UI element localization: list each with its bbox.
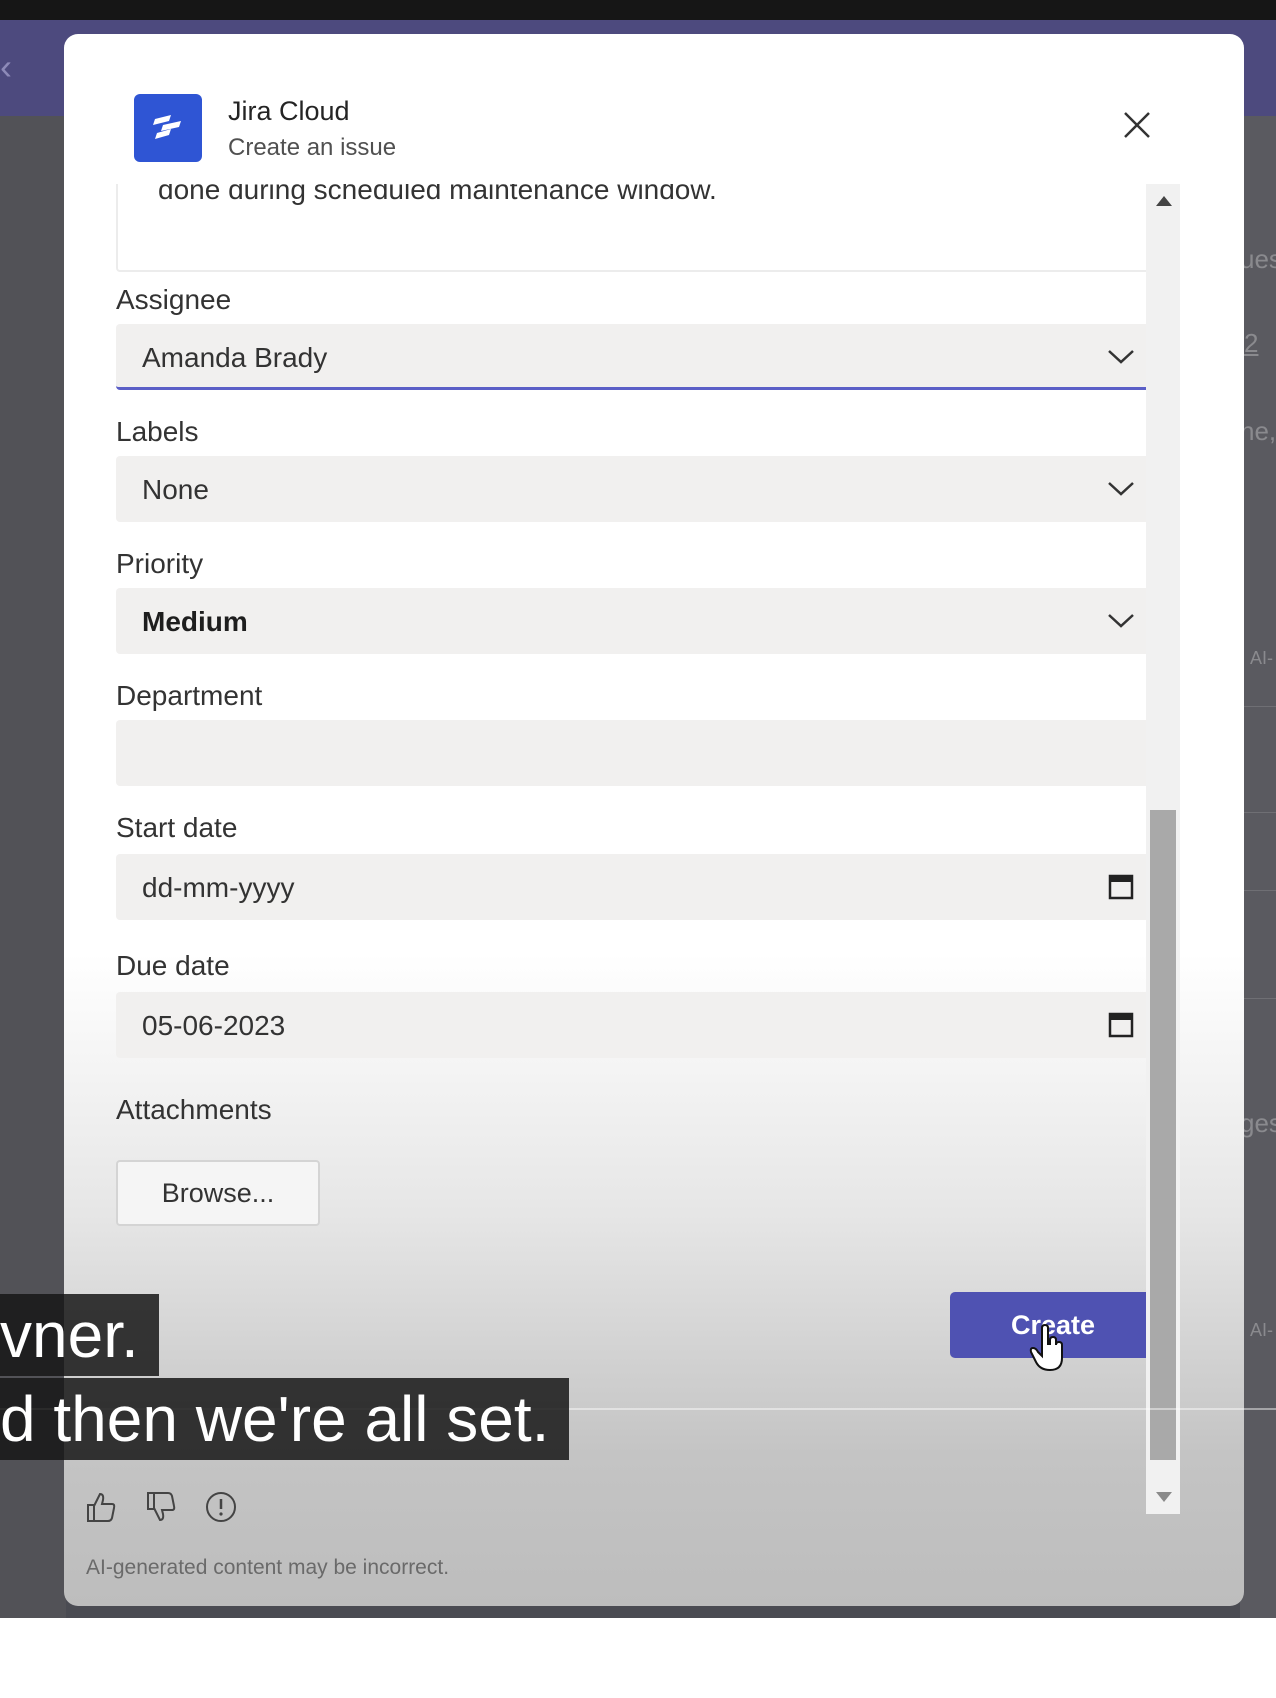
calendar-icon[interactable]	[1108, 1010, 1134, 1038]
vertical-scrollbar[interactable]	[1146, 184, 1180, 1514]
browse-button[interactable]: Browse...	[116, 1160, 320, 1226]
background-snippet: AI-	[1250, 648, 1274, 668]
priority-value: Medium	[142, 606, 248, 637]
background-snippet: ne,	[1240, 416, 1276, 446]
background-top-bar	[0, 0, 1276, 20]
hand-cursor-icon	[1029, 1324, 1063, 1372]
background-divider	[1240, 706, 1276, 707]
priority-dropdown[interactable]: Medium	[116, 588, 1154, 654]
start-date-label: Start date	[116, 812, 238, 843]
background-divider	[1240, 812, 1276, 813]
background-divider	[1240, 998, 1276, 999]
video-caption-line-2: d then we're all set.	[0, 1378, 570, 1460]
due-date-input[interactable]: 05-06-2023	[116, 992, 1154, 1058]
start-date-value: dd-mm-yyyy	[142, 872, 295, 903]
background-divider	[1240, 890, 1276, 891]
app-subtitle: Create an issue	[228, 134, 397, 161]
labels-value: None	[142, 474, 209, 505]
scroll-up-arrow-icon[interactable]	[1156, 196, 1172, 206]
labels-dropdown[interactable]: None	[116, 456, 1154, 522]
labels-label: Labels	[116, 416, 199, 447]
thumbs-down-icon[interactable]	[144, 1490, 178, 1524]
form-scroll-area: done during scheduled maintenance window…	[64, 184, 1178, 1504]
calendar-icon[interactable]	[1108, 872, 1134, 900]
back-chevron-icon: ‹	[0, 46, 12, 87]
start-date-input[interactable]: dd-mm-yyyy	[116, 854, 1154, 920]
priority-label: Priority	[116, 548, 204, 579]
feedback-bar	[84, 1490, 238, 1524]
background-snippet: ges	[1240, 1108, 1276, 1138]
description-text: done during scheduled maintenance window…	[158, 184, 717, 205]
scroll-down-arrow-icon[interactable]	[1156, 1492, 1172, 1502]
background-snippet: ues	[1240, 244, 1276, 274]
due-date-value: 05-06-2023	[142, 1010, 286, 1041]
close-icon	[1124, 112, 1150, 138]
due-date-label: Due date	[116, 950, 230, 981]
chevron-down-icon	[1108, 482, 1134, 496]
chevron-down-icon	[1108, 350, 1134, 364]
thumbs-up-icon[interactable]	[84, 1490, 118, 1524]
close-button[interactable]	[1120, 108, 1154, 142]
scrollbar-thumb[interactable]	[1150, 810, 1176, 1460]
ai-disclaimer: AI-generated content may be incorrect.	[86, 1556, 450, 1579]
chevron-down-icon	[1108, 614, 1134, 628]
background-snippet: 2	[1244, 328, 1259, 358]
video-caption-line-1: vner.	[0, 1294, 159, 1376]
background-snippet: AI-	[1250, 1320, 1274, 1340]
assignee-label: Assignee	[116, 284, 232, 315]
department-label: Department	[116, 680, 263, 711]
create-issue-dialog: Jira Cloud Create an issue done during s…	[64, 34, 1244, 1606]
assignee-dropdown[interactable]: Amanda Brady	[116, 324, 1154, 390]
department-input[interactable]	[116, 720, 1154, 786]
app-title: Jira Cloud	[228, 96, 350, 126]
assignee-value: Amanda Brady	[142, 342, 328, 373]
attachments-label: Attachments	[116, 1094, 272, 1125]
report-icon[interactable]	[204, 1490, 238, 1524]
jira-logo-icon	[134, 94, 202, 162]
description-field[interactable]: done during scheduled maintenance window…	[116, 184, 1156, 272]
